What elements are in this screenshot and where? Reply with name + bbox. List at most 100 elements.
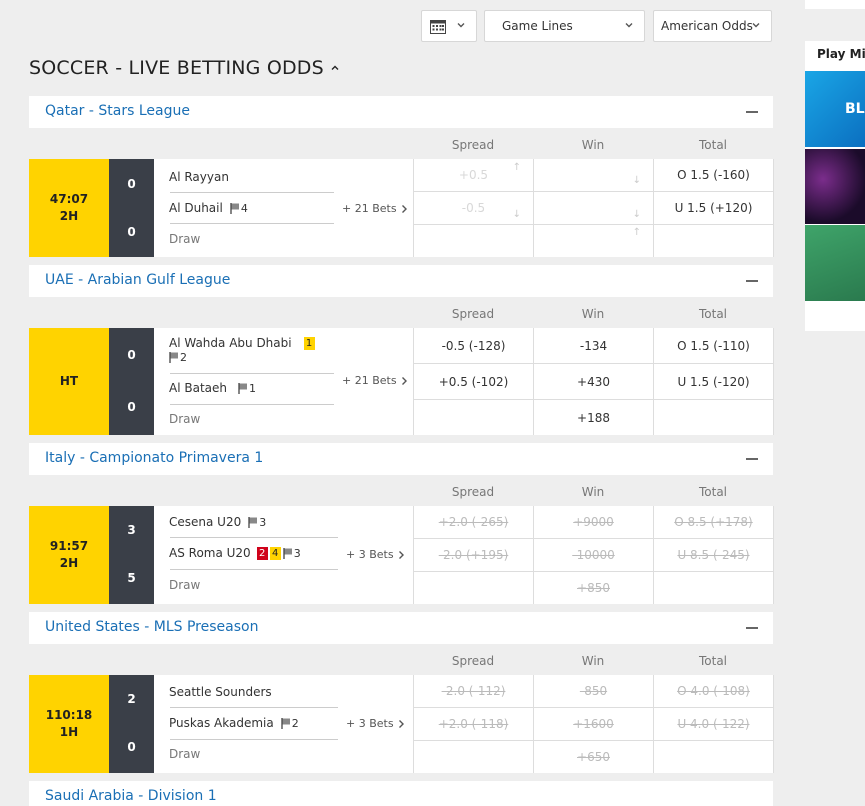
league-name[interactable]: Saudi Arabia - Division 1: [45, 788, 217, 804]
calendar-icon: [430, 20, 446, 34]
match-row: 47:07 2H 0 0 Al Rayyan Al Duhail 4 Draw …: [29, 159, 774, 257]
home-corners: 2: [169, 351, 187, 364]
corner-flag-icon: [169, 352, 178, 363]
league-name[interactable]: UAE - Arabian Gulf League: [45, 272, 230, 288]
home-team: Al Wahda Abu Dhabi 1: [169, 336, 315, 350]
odds-cell[interactable]: ↑: [534, 225, 654, 257]
chevron-down-icon: [457, 23, 465, 28]
odds-value: U 1.5 (+120): [674, 201, 753, 215]
divider: [170, 223, 334, 224]
away-team-name: Al Duhail: [169, 201, 223, 215]
collapse-icon[interactable]: [746, 458, 758, 460]
home-team-name: Cesena U20: [169, 515, 242, 529]
page-title[interactable]: SOCCER - LIVE BETTING ODDS: [29, 57, 340, 79]
odds-cell[interactable]: U 1.5 (+120): [654, 192, 774, 225]
home-team-name: Seattle Sounders: [169, 685, 272, 699]
home-team: Cesena U20 3: [169, 515, 266, 529]
collapse-icon[interactable]: [746, 111, 758, 113]
odds-value: -0.5 (-128): [441, 338, 506, 353]
arrow-down-icon: ↓: [632, 209, 641, 220]
corner-flag: 2: [169, 351, 187, 364]
odds-cell[interactable]: +188: [534, 400, 654, 435]
col-total: Total: [698, 485, 728, 499]
match-clock: 91:57 2H: [29, 506, 109, 604]
league-name[interactable]: Italy - Campionato Primavera 1: [45, 450, 263, 466]
odds-cell: +9000: [534, 506, 654, 539]
league-header[interactable]: United States - MLS Preseason: [29, 612, 773, 644]
game-thumbnail[interactable]: [805, 149, 865, 224]
league-name[interactable]: Qatar - Stars League: [45, 103, 190, 119]
odds-value: +188: [577, 410, 610, 425]
match-period: 2H: [59, 209, 79, 223]
game-thumbnail[interactable]: [805, 225, 865, 301]
odds-cell[interactable]: -0.5 (-128): [414, 328, 534, 364]
arrow-up-icon: ↑: [512, 162, 521, 173]
divider: [170, 192, 334, 193]
col-total: Total: [698, 307, 728, 321]
match-time: 91:57: [49, 539, 89, 553]
arrow-down-icon: ↓: [632, 175, 641, 186]
page-title-text: SOCCER - LIVE BETTING ODDS: [29, 57, 324, 79]
divider: [170, 707, 338, 708]
odds-value: +650: [577, 750, 610, 764]
match-period: 2H: [59, 556, 79, 570]
more-bets-link[interactable]: + 21 Bets: [342, 374, 408, 387]
odds-value: -134: [579, 338, 608, 353]
more-bets-link[interactable]: + 21 Bets: [342, 202, 408, 215]
odds-cell[interactable]: ↓: [534, 192, 654, 225]
divider: [170, 373, 334, 374]
game-thumbnail-text: BLA: [845, 101, 865, 117]
match-time: 47:07: [49, 192, 89, 206]
more-bets-label: + 3 Bets: [346, 717, 394, 730]
more-bets-link[interactable]: + 3 Bets: [346, 548, 405, 561]
odds-cell: [654, 572, 774, 604]
odds-cell[interactable]: O 1.5 (-160): [654, 159, 774, 192]
match-row: 91:57 2H 3 5 Cesena U20 3 AS Roma U20 2 …: [29, 506, 774, 604]
sidebar-top-bar: [805, 0, 865, 9]
draw-label: Draw: [169, 747, 201, 761]
odds-cell[interactable]: +0.5 (-102): [414, 364, 534, 400]
mini-games-title: Play Mini: [817, 47, 865, 61]
odds-cell[interactable]: O 1.5 (-110): [654, 328, 774, 364]
odds-cell[interactable]: -134: [534, 328, 654, 364]
odds-cell[interactable]: -0.5 ↓: [414, 192, 534, 225]
collapse-icon[interactable]: [746, 280, 758, 282]
home-team: Al Rayyan: [169, 170, 229, 184]
league-header[interactable]: Qatar - Stars League: [29, 96, 773, 128]
home-team-name: Al Wahda Abu Dhabi: [169, 336, 292, 350]
divider: [170, 404, 334, 405]
market-select[interactable]: Game Lines: [484, 10, 645, 42]
away-score: 5: [127, 571, 136, 585]
home-score: 2: [127, 692, 136, 706]
odds-value: +2.0 (-265): [438, 515, 509, 529]
odds-value: +1600: [573, 717, 614, 731]
game-thumbnail[interactable]: BLA: [805, 71, 865, 147]
odds-cell[interactable]: ↓: [534, 159, 654, 192]
chevron-right-icon: [398, 550, 404, 559]
more-bets-link[interactable]: + 3 Bets: [346, 717, 405, 730]
odds-cell: [414, 741, 534, 773]
league-name[interactable]: United States - MLS Preseason: [45, 619, 258, 635]
odds-format-select[interactable]: American Odds: [653, 10, 772, 42]
odds-format-value: American Odds: [661, 19, 753, 33]
odds-grid: -2.0 (-112) -850 O 4.0 (-108) +2.0 (-118…: [413, 675, 774, 773]
odds-cell[interactable]: +430: [534, 364, 654, 400]
odds-cell[interactable]: +0.5 ↑: [414, 159, 534, 192]
column-headers: Spread Win Total: [413, 646, 773, 674]
away-team: AS Roma U20 2 4 3: [169, 546, 301, 560]
home-score: 0: [127, 177, 136, 191]
odds-cell: +2.0 (-265): [414, 506, 534, 539]
league-header[interactable]: UAE - Arabian Gulf League: [29, 265, 773, 297]
date-picker[interactable]: [421, 10, 477, 42]
corner-flag-icon: [238, 382, 247, 394]
away-team-name: Al Bataeh: [169, 381, 227, 395]
collapse-icon[interactable]: [746, 627, 758, 629]
market-select-value: Game Lines: [502, 19, 573, 33]
col-spread: Spread: [451, 485, 495, 499]
odds-cell[interactable]: U 1.5 (-120): [654, 364, 774, 400]
odds-grid: +0.5 ↑ ↓ O 1.5 (-160) -0.5 ↓ ↓ U 1.5 (+120…: [413, 159, 774, 257]
league-header[interactable]: Italy - Campionato Primavera 1: [29, 443, 773, 475]
league-header[interactable]: Saudi Arabia - Division 1: [29, 781, 773, 806]
match-clock: 110:18 1H: [29, 675, 109, 773]
odds-cell: -2.0 (+195): [414, 539, 534, 572]
